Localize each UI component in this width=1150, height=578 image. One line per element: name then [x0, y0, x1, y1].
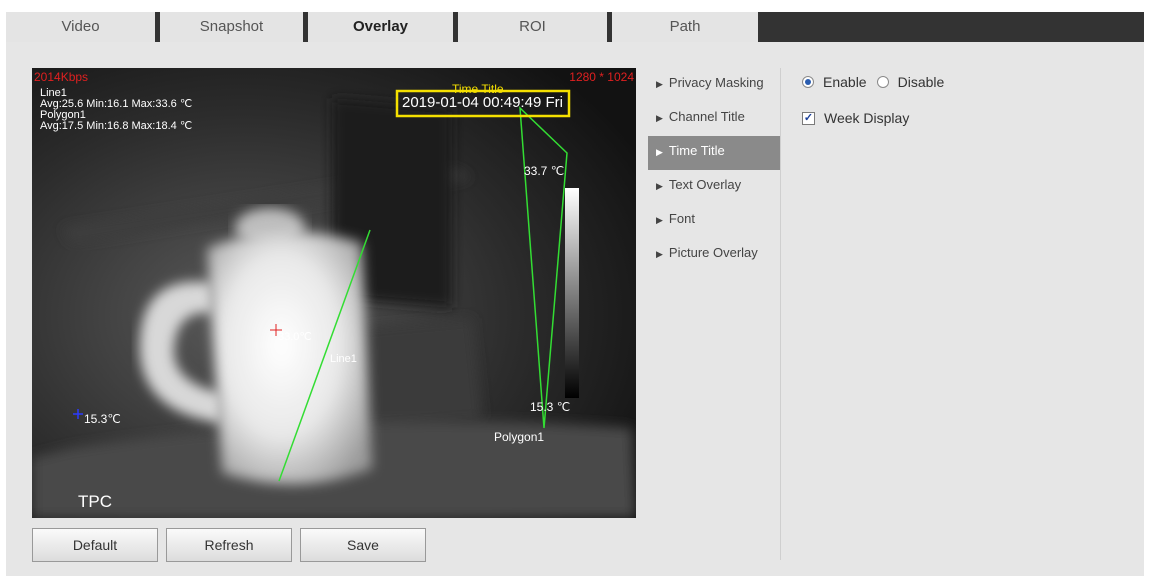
scale-max-label: 33.7 ℃: [524, 164, 565, 178]
menu-item-privacy-masking[interactable]: ▶ Privacy Masking: [648, 68, 780, 102]
caret-right-icon: ▶: [656, 215, 663, 225]
week-display-label: Week Display: [824, 110, 910, 126]
menu-item-label: Font: [668, 211, 695, 226]
default-button[interactable]: Default: [32, 528, 158, 562]
menu-item-channel-title[interactable]: ▶ Channel Title: [648, 102, 780, 136]
scale-min-label: 15.3 ℃: [530, 400, 571, 414]
channel-title-overlay: TPC: [78, 492, 112, 511]
panel-divider: [780, 68, 781, 560]
disable-radio[interactable]: [876, 76, 889, 88]
menu-item-label: Time Title: [668, 143, 725, 158]
enable-radio[interactable]: [802, 76, 814, 88]
caret-right-icon: ▶: [656, 79, 663, 89]
menu-item-label: Channel Title: [668, 109, 745, 124]
enable-radio-group: Enable Disable: [802, 74, 944, 90]
save-button[interactable]: Save: [300, 528, 426, 562]
menu-item-label: Text Overlay: [668, 177, 742, 192]
menu-item-time-title[interactable]: ▶ Time Title: [648, 136, 780, 170]
line-roi-label: Line1: [330, 353, 357, 365]
live-video-preview[interactable]: 2014Kbps 1280 * 1024 Line1 Avg:25.6 Min:…: [32, 68, 636, 518]
tab-overlay[interactable]: Overlay: [308, 12, 458, 42]
menu-item-text-overlay[interactable]: ▶ Text Overlay: [648, 170, 780, 204]
caret-right-icon: ▶: [656, 147, 663, 157]
time-title-label: Time Title: [452, 82, 504, 96]
thermal-image: [32, 68, 636, 518]
tab-snapshot[interactable]: Snapshot: [160, 12, 308, 42]
tab-video[interactable]: Video: [6, 12, 160, 42]
overlay-type-menu: ▶ Privacy Masking ▶ Channel Title ▶ Time Ti…: [648, 68, 780, 272]
tab-roi[interactable]: ROI: [458, 12, 612, 42]
menu-item-label: Picture Overlay: [668, 245, 758, 260]
week-display-checkbox[interactable]: ✓: [802, 111, 815, 125]
menu-item-font[interactable]: ▶ Font: [648, 204, 780, 238]
week-display-option: ✓ Week Display: [802, 110, 909, 126]
polygon-roi-label: Polygon1: [494, 430, 545, 444]
tab-path[interactable]: Path: [612, 12, 758, 42]
caret-right-icon: ▶: [656, 249, 663, 259]
disable-label: Disable: [897, 74, 945, 90]
enable-label: Enable: [823, 74, 867, 90]
time-title-text: 2019-01-04 00:49:49 Fri: [402, 94, 563, 111]
caret-right-icon: ▶: [656, 181, 663, 191]
temperature-scale-bar: [565, 188, 579, 398]
refresh-button[interactable]: Refresh: [166, 528, 292, 562]
polygon-stats-values: Avg:17.5 Min:16.8 Max:18.4 ℃: [40, 120, 193, 132]
menu-item-picture-overlay[interactable]: ▶ Picture Overlay: [648, 238, 780, 272]
cold-spot-temp: 15.3℃: [84, 412, 121, 426]
resolution-readout: 1280 * 1024: [569, 70, 634, 84]
menu-item-label: Privacy Masking: [668, 75, 764, 90]
bitrate-readout: 2014Kbps: [34, 70, 89, 84]
caret-right-icon: ▶: [656, 113, 663, 123]
hot-spot-temp: 33.0℃: [278, 331, 312, 343]
